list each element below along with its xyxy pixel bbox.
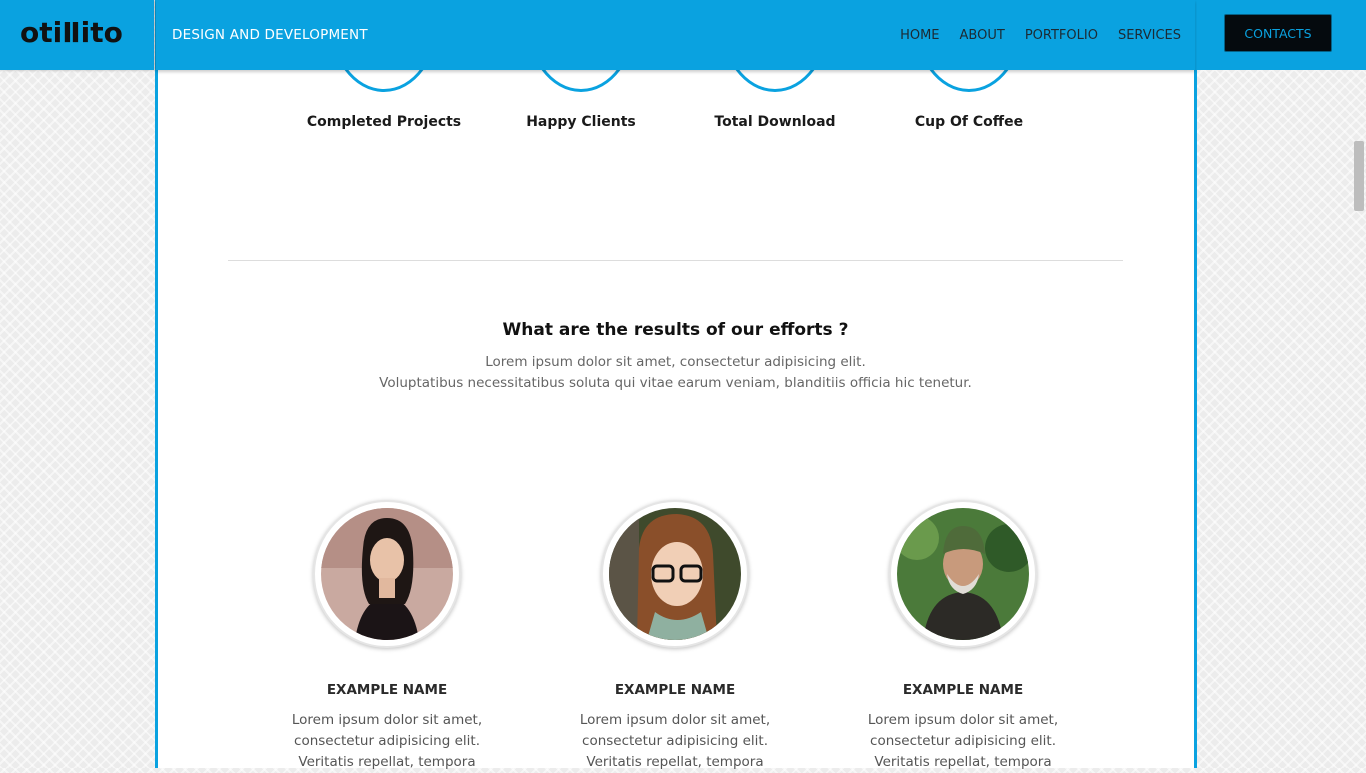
results-line-2: Voluptatibus necessitatibus soluta qui v… <box>379 375 972 391</box>
member-name: EXAMPLE NAME <box>902 682 1024 698</box>
results-title: What are the results of our efforts ? <box>502 320 849 340</box>
team-member: EXAMPLE NAME Lorem ipsum dolor sit amet,… <box>853 500 1073 773</box>
bio-line: Lorem ipsum dolor sit amet, <box>579 712 771 728</box>
bio-line: Lorem ipsum dolor sit amet, <box>291 712 483 728</box>
bio-line: Veritatis repellat, tempora <box>298 754 476 770</box>
team-member: EXAMPLE NAME Lorem ipsum dolor sit amet,… <box>565 500 785 773</box>
contacts-button[interactable]: CONTACTS <box>1225 15 1331 51</box>
member-name: EXAMPLE NAME <box>614 682 736 698</box>
logo-area[interactable]: otiⅡito <box>0 0 154 70</box>
avatar <box>889 500 1037 648</box>
nav-home[interactable]: HOME <box>900 28 939 43</box>
nav-services[interactable]: SERVICES <box>1118 28 1181 43</box>
bio-line: Veritatis repellat, tempora <box>586 754 764 770</box>
nav-about[interactable]: ABOUT <box>960 28 1005 43</box>
nav-portfolio[interactable]: PORTFOLIO <box>1025 28 1098 43</box>
contacts-area: CONTACTS <box>1197 0 1366 70</box>
stat-label: Total Download <box>714 114 836 130</box>
bio-line: consectetur adipisicing elit. <box>870 733 1056 749</box>
avatar <box>601 500 749 648</box>
member-bio: Lorem ipsum dolor sit amet, consectetur … <box>565 710 785 773</box>
bio-line: Veritatis repellat, tempora <box>874 754 1052 770</box>
avatar <box>313 500 461 648</box>
portrait-photo <box>609 508 741 640</box>
stat-label: Cup Of Coffee <box>914 114 1024 130</box>
bio-line: consectetur adipisicing elit. <box>294 733 480 749</box>
stat-label: Happy Clients <box>526 114 636 130</box>
portrait-photo <box>897 508 1029 640</box>
member-bio: Lorem ipsum dolor sit amet, consectetur … <box>853 710 1073 773</box>
results-line-1: Lorem ipsum dolor sit amet, consectetur … <box>485 354 866 370</box>
site-logo[interactable]: otiⅡito <box>20 16 123 49</box>
nav-bar: DESIGN AND DEVELOPMENT HOME ABOUT PORTFO… <box>156 0 1195 70</box>
bio-line: consectetur adipisicing elit. <box>582 733 768 749</box>
member-bio: Lorem ipsum dolor sit amet, consectetur … <box>277 710 497 773</box>
site-header: otiⅡito DESIGN AND DEVELOPMENT HOME ABOU… <box>0 0 1366 70</box>
section-divider <box>228 260 1123 261</box>
site-tagline: DESIGN AND DEVELOPMENT <box>172 27 368 43</box>
stat-label: Completed Projects <box>306 114 462 130</box>
bio-line: Lorem ipsum dolor sit amet, <box>867 712 1059 728</box>
portrait-photo <box>321 508 453 640</box>
member-name: EXAMPLE NAME <box>326 682 448 698</box>
team-member: EXAMPLE NAME Lorem ipsum dolor sit amet,… <box>277 500 497 773</box>
page-scrollbar[interactable] <box>1354 141 1364 211</box>
main-nav: HOME ABOUT PORTFOLIO SERVICES <box>900 28 1181 43</box>
results-subtitle: Lorem ipsum dolor sit amet, consectetur … <box>228 352 1123 394</box>
